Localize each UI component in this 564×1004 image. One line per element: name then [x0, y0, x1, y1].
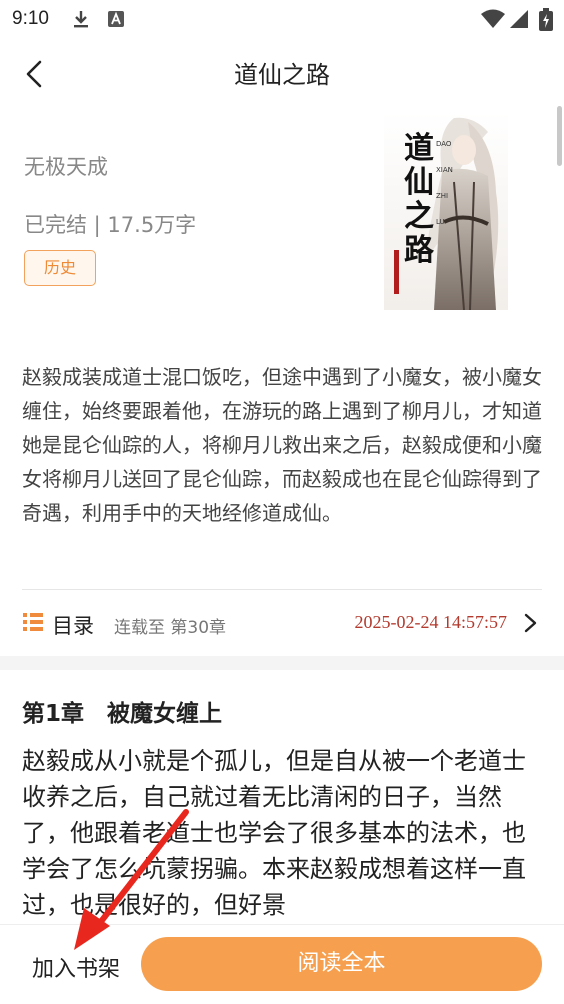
- book-description: 赵毅成装成道士混口饭吃，但途中遇到了小魔女，被小魔女缠住，始终要跟着他，在游玩的…: [22, 365, 542, 525]
- cover-pinyin-3: ZHI: [436, 192, 448, 200]
- add-to-shelf-button[interactable]: 加入书架: [32, 951, 120, 983]
- list-icon: [23, 613, 43, 631]
- read-all-button[interactable]: 阅读全本: [141, 937, 542, 991]
- status-time: 9:10: [12, 8, 49, 29]
- cover-title-char-3: 之: [404, 199, 434, 234]
- cover-author-seal: [394, 250, 399, 294]
- section-separator: [0, 656, 564, 670]
- scrollbar[interactable]: [557, 106, 562, 166]
- genre-tag[interactable]: 历史: [24, 250, 96, 286]
- book-author[interactable]: 无极天成: [24, 151, 108, 181]
- chevron-right-icon: [524, 613, 537, 633]
- page-title: 道仙之路: [234, 61, 330, 89]
- divider: [22, 589, 542, 590]
- wifi-icon: [481, 9, 505, 28]
- cover-pinyin-2: XIAN: [436, 166, 453, 174]
- battery-icon: [539, 8, 553, 31]
- toc-label: 目录: [52, 614, 94, 638]
- book-cover[interactable]: 道 仙 之 路 DAO XIAN ZHI LU: [384, 112, 508, 310]
- status-bar: 9:10: [0, 0, 564, 40]
- bottom-action-bar: 加入书架 阅读全本: [0, 924, 564, 1004]
- app-header: 道仙之路: [0, 40, 564, 104]
- book-cover-image: 道 仙 之 路 DAO XIAN ZHI LU: [384, 112, 508, 310]
- cover-title-char-1: 道: [404, 131, 434, 166]
- chapter-preview-text: 赵毅成从小就是个孤儿，但是自从被一个老道士收养之后，自己就过着无比清闲的日子，当…: [22, 747, 526, 919]
- cover-pinyin-4: LU: [436, 218, 445, 226]
- toc-serial-status: 连载至 第30章: [114, 618, 227, 638]
- cover-pinyin-1: DAO: [436, 140, 452, 148]
- cellular-signal-icon: [510, 10, 528, 28]
- toc-updated-time: 2025-02-24 14:57:57: [354, 612, 508, 632]
- cover-title-char-4: 路: [404, 233, 435, 268]
- chapter-title: 第1章 被魔女缠上: [22, 701, 223, 727]
- table-of-contents-row[interactable]: 目录 连载至 第30章 2025-02-24 14:57:57: [0, 600, 564, 648]
- book-meta: 已完结 | 17.5万字: [24, 213, 197, 237]
- download-icon: [74, 11, 88, 28]
- cover-title-char-2: 仙: [404, 165, 434, 200]
- text-notification-icon: [108, 11, 124, 27]
